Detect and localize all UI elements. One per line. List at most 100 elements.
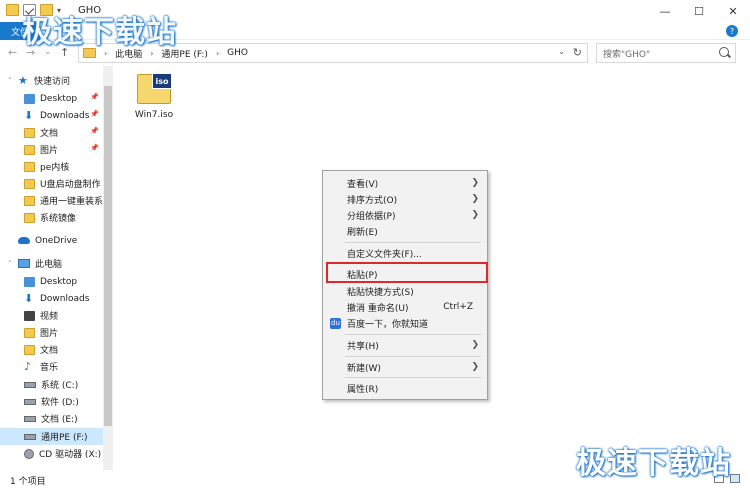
menu-item-label: 刷新(E) <box>347 227 378 238</box>
sidebar-item-system-images[interactable]: 系统镜像 <box>0 209 103 226</box>
chevron-right-icon: ❯ <box>471 340 479 350</box>
sidebar-item-documents[interactable]: 文档 📌 <box>0 124 103 141</box>
iso-badge: iso <box>152 73 172 89</box>
download-icon: ⬇ <box>24 291 34 305</box>
menu-item-group-by[interactable]: 分组依据(P) ❯ <box>323 207 487 223</box>
folder-icon[interactable] <box>6 4 19 16</box>
chevron-right-icon: ❯ <box>471 210 479 220</box>
sidebar-item-label: OneDrive <box>35 235 78 246</box>
sidebar-item-desktop[interactable]: Desktop 📌 <box>0 90 103 107</box>
menu-item-label: 共享(H) <box>347 341 379 352</box>
menu-item-share[interactable]: 共享(H) ❯ <box>323 337 487 353</box>
computer-icon <box>18 259 30 268</box>
sidebar-item-label: 通用PE (F:) <box>41 433 88 443</box>
back-arrow-icon[interactable]: ← <box>8 46 17 59</box>
sidebar-item-quick-access[interactable]: ˅ ★ 快速访问 <box>0 72 103 89</box>
search-icon[interactable] <box>719 47 729 57</box>
pictures-icon <box>24 327 35 338</box>
menu-item-customize-folder[interactable]: 自定义文件夹(F)... <box>323 245 487 261</box>
chevron-down-icon[interactable]: ˅ <box>8 260 16 268</box>
breadcrumb-gho[interactable]: GHO <box>227 48 248 58</box>
sidebar-item-drive-c[interactable]: 系统 (C:) <box>0 376 103 393</box>
pin-icon[interactable]: 📌 <box>90 144 99 152</box>
search-placeholder: 搜索"GHO" <box>603 49 651 60</box>
menu-item-shortcut: Ctrl+Z <box>443 302 473 312</box>
sidebar-item-label: pe内核 <box>40 163 70 173</box>
sidebar-item-pc-documents[interactable]: 文档 <box>0 341 103 358</box>
menu-item-label: 粘贴快捷方式(S) <box>347 287 414 298</box>
menu-divider <box>345 377 481 378</box>
sidebar-item-label: 音乐 <box>40 363 59 373</box>
sidebar-item-label: 视频 <box>40 312 59 322</box>
search-input[interactable]: 搜索"GHO" <box>596 43 736 63</box>
menu-item-properties[interactable]: 属性(R) <box>323 380 487 396</box>
navigation-pane: ˅ ★ 快速访问 Desktop 📌 ⬇ Downloads 📌 文档 📌 图片… <box>0 66 113 470</box>
menu-item-undo-rename[interactable]: 撤消 重命名(U) Ctrl+Z <box>323 299 487 315</box>
sidebar-scrollbar[interactable] <box>103 66 113 470</box>
sidebar-item-label: 文档 <box>40 346 59 356</box>
refresh-icon[interactable]: ↻ <box>573 46 582 59</box>
chevron-down-icon[interactable]: ˅ <box>8 77 16 85</box>
sidebar-item-pc-downloads[interactable]: ⬇ Downloads <box>0 290 103 307</box>
drive-icon <box>24 433 36 440</box>
sidebar-item-label: Desktop <box>40 93 78 104</box>
sidebar-item-videos[interactable]: 视频 <box>0 307 103 324</box>
cd-drive-icon <box>24 448 34 459</box>
sidebar-item-label: Downloads <box>40 110 90 121</box>
sidebar-item-drive-d[interactable]: 软件 (D:) <box>0 393 103 410</box>
drive-icon <box>24 415 36 422</box>
chevron-right-icon[interactable]: › <box>216 49 219 58</box>
menu-item-label: 分组依据(P) <box>347 211 396 222</box>
minimize-button[interactable]: — <box>648 0 682 22</box>
help-icon[interactable]: ? <box>726 25 738 37</box>
sidebar-item-label: 系统镜像 <box>40 214 77 224</box>
context-menu: 查看(V) ❯ 排序方式(O) ❯ 分组依据(P) ❯ 刷新(E) 自定义文件夹… <box>322 170 488 400</box>
watermark-logo: 极速下载站 <box>22 15 177 50</box>
sidebar-item-reinstall[interactable]: 通用一键重装系 <box>0 192 103 209</box>
menu-item-label: 自定义文件夹(F)... <box>347 249 422 260</box>
sidebar-item-pc-pictures[interactable]: 图片 <box>0 324 103 341</box>
paste-highlight-box <box>326 262 488 283</box>
large-icons-view-icon[interactable] <box>730 474 740 483</box>
menu-item-paste-shortcut[interactable]: 粘贴快捷方式(S) <box>323 283 487 299</box>
chevron-down-icon[interactable]: ⌄ <box>558 47 565 56</box>
chevron-right-icon: ❯ <box>471 362 479 372</box>
sidebar-item-music[interactable]: ♪ 音乐 <box>0 358 103 375</box>
folder-icon <box>24 212 35 223</box>
download-icon: ⬇ <box>24 108 34 122</box>
menu-item-sort-by[interactable]: 排序方式(O) ❯ <box>323 191 487 207</box>
menu-item-view[interactable]: 查看(V) ❯ <box>323 175 487 191</box>
sidebar-item-drive-e[interactable]: 文档 (E:) <box>0 410 103 427</box>
file-item[interactable]: iso Win7.iso <box>129 73 179 120</box>
menu-item-baidu[interactable]: du 百度一下，你就知道 <box>323 315 487 331</box>
menu-item-new[interactable]: 新建(W) ❯ <box>323 359 487 375</box>
sidebar-item-downloads[interactable]: ⬇ Downloads 📌 <box>0 107 103 124</box>
sidebar-item-label: 软件 (D:) <box>41 398 79 408</box>
maximize-button[interactable]: ☐ <box>682 0 716 22</box>
close-button[interactable]: ✕ <box>716 0 750 22</box>
sidebar-item-label: 快速访问 <box>34 77 71 87</box>
sidebar-item-drive-f[interactable]: 通用PE (F:) <box>0 428 103 445</box>
menu-item-refresh[interactable]: 刷新(E) <box>323 223 487 239</box>
sidebar-item-onedrive[interactable]: OneDrive <box>0 232 103 249</box>
file-name: Win7.iso <box>134 110 174 120</box>
pin-icon[interactable]: 📌 <box>90 110 99 118</box>
sidebar-item-pictures[interactable]: 图片 📌 <box>0 141 103 158</box>
scrollbar-thumb[interactable] <box>104 86 112 426</box>
sidebar-item-usb-boot[interactable]: U盘启动盘制作 <box>0 175 103 192</box>
menu-divider <box>345 242 481 243</box>
pin-icon[interactable]: 📌 <box>90 127 99 135</box>
sidebar-item-label: 文档 <box>40 129 59 139</box>
menu-item-label: 排序方式(O) <box>347 195 398 206</box>
chevron-right-icon: ❯ <box>471 194 479 204</box>
pin-icon[interactable]: 📌 <box>90 93 99 101</box>
folder-icon <box>24 195 35 206</box>
sidebar-item-label: 通用一键重装系 <box>40 197 103 207</box>
pictures-icon <box>24 144 35 155</box>
sidebar-item-pe-kernel[interactable]: pe内核 <box>0 158 103 175</box>
documents-icon <box>24 344 35 355</box>
menu-item-label: 新建(W) <box>347 363 381 374</box>
sidebar-item-this-pc[interactable]: ˅ 此电脑 <box>0 255 103 272</box>
sidebar-item-pc-desktop[interactable]: Desktop <box>0 273 103 290</box>
sidebar-item-drive-x[interactable]: CD 驱动器 (X:) <box>0 445 103 462</box>
